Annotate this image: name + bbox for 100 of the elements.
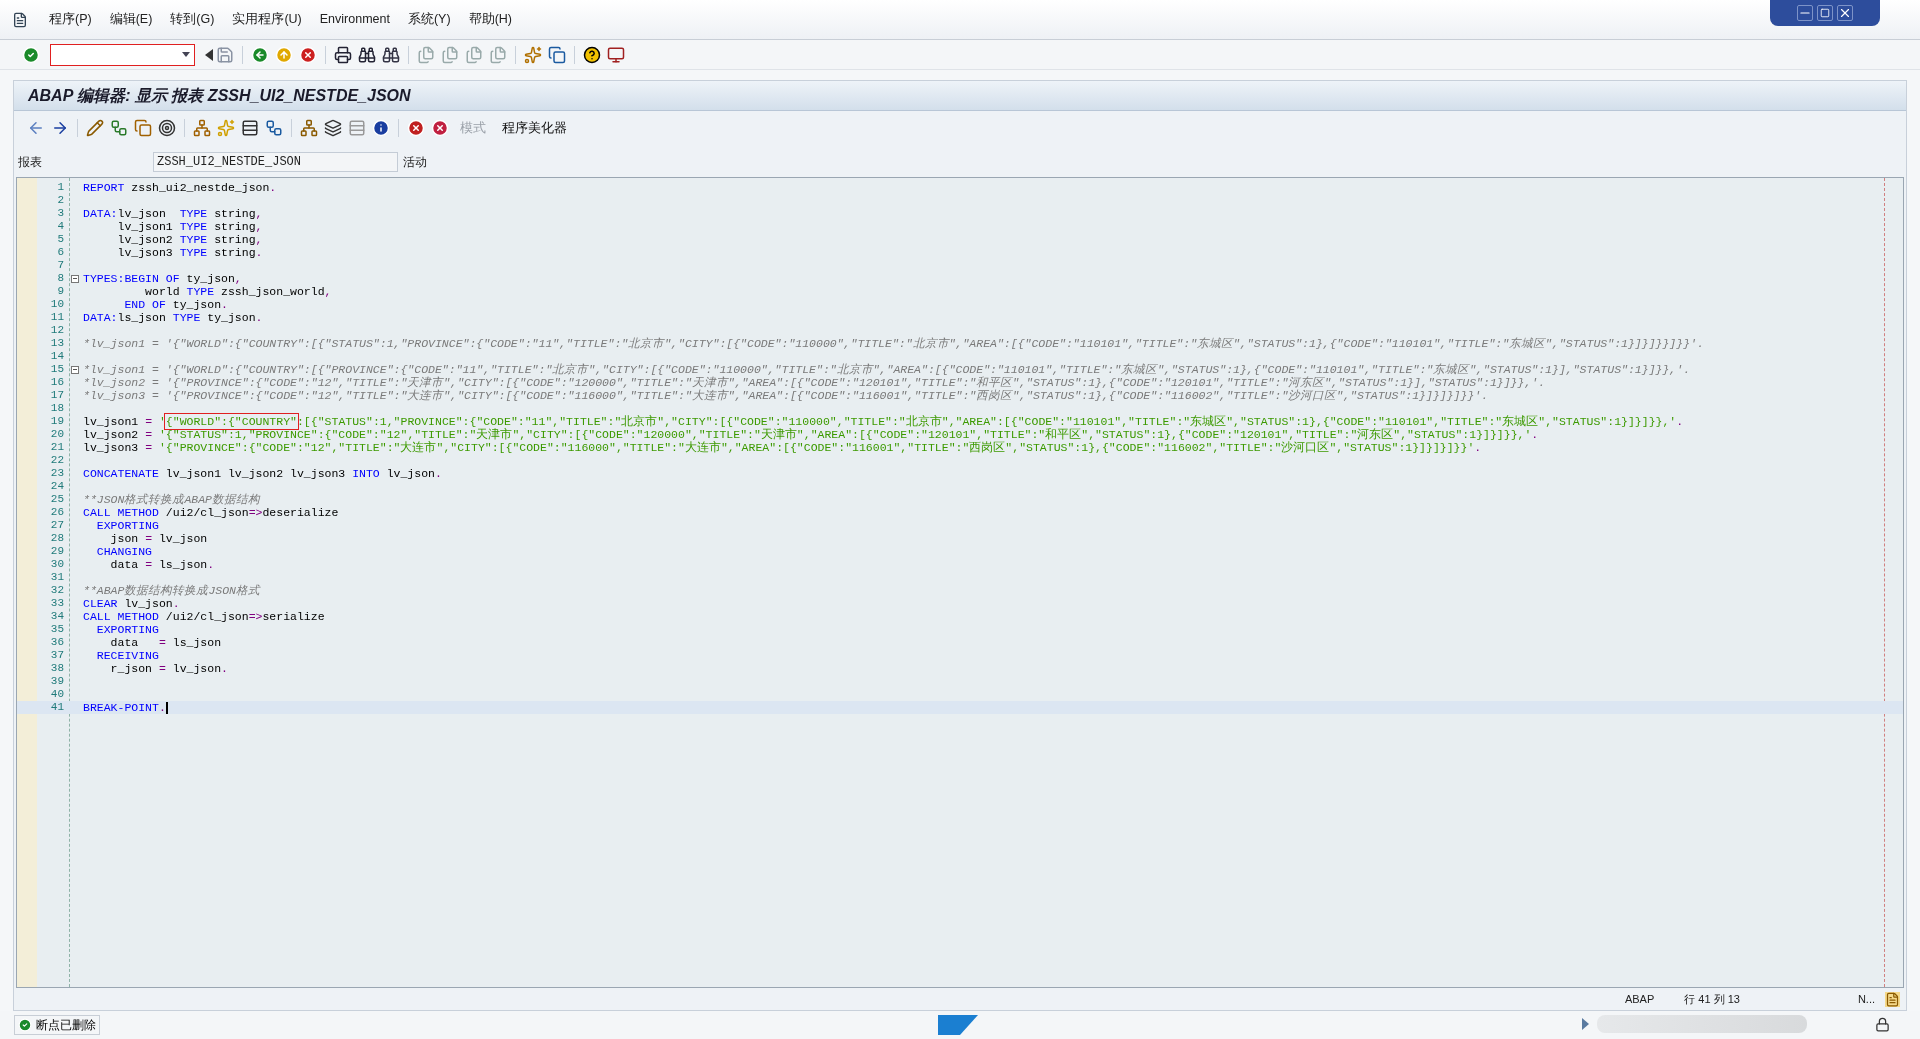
code-line: lv_json3 = '{"PROVINCE":{"CODE":"12","TITLE":"大连市","CITY":[{"CODE":"116000","TITLE":"大连市","AREA":[{"CODE":"116001","TITLE":"西岗区","STATUS":1},{"CODE":"116002","TITLE":"沙河口区","STATUS":1}]}]}]}}'.: [83, 441, 1482, 454]
line-number: 1: [56, 181, 65, 194]
field-label: 报表: [18, 154, 43, 171]
code-line: **ABAP数据结构转换成JSON格式: [83, 584, 260, 597]
menu-item[interactable]: 帮助(H): [459, 10, 521, 29]
back-icon[interactable]: [251, 45, 269, 64]
line-number: 9: [56, 285, 65, 298]
window-title: ABAP 编辑器: 显示 报表 ZSSH_UI2_NESTDE_JSON: [28, 85, 411, 106]
dropdown-icon[interactable]: [182, 52, 190, 57]
restore-icon[interactable]: [1817, 5, 1833, 21]
enter-icon[interactable]: [22, 45, 40, 64]
find-icon[interactable]: [358, 45, 376, 64]
code-line: DATA:ls_json TYPE ty_json.: [83, 311, 263, 324]
line-number: 4: [56, 220, 65, 233]
text-cursor: [165, 701, 168, 714]
line-number: 26: [49, 506, 65, 519]
line-number: 15: [49, 363, 65, 376]
report-field[interactable]: ZSSH_UI2_NESTDE_JSON: [153, 152, 398, 172]
options-icon[interactable]: [1885, 991, 1900, 1007]
line-number: 19: [49, 415, 65, 428]
edit-icon[interactable]: [86, 119, 104, 137]
code-line: lv_json1 TYPE string,: [116, 220, 263, 233]
line-number: 27: [49, 519, 65, 532]
line-number: 39: [49, 675, 65, 688]
hierarchy-icon[interactable]: [300, 119, 318, 137]
code-line: *lv_json3 = '{"PROVINCE":{"CODE":"12","TITLE":"大连市","CITY":[{"CODE":"116000","TITLE":"大连市","AREA":[{"CODE":"116001","TITLE":"西岗区","STATUS":1},{"CODE":"116002","TITLE":"沙河口区","STATUS":1}]}]}]}}'.: [83, 389, 1489, 402]
code-line: END OF ty_json.: [123, 298, 228, 311]
toolbar-button[interactable]: 程序美化器: [494, 118, 575, 138]
code-line: *lv_json1 = '{"WORLD":{"COUNTRY":[{"STATUS":1,"PROVINCE":{"CODE":"11","TITLE":"北京市","CITY":[{"CODE":"110000","TITLE":"北京市","AREA":[{"CODE":"110101","TITLE":"东城区","STATUS":1},{"CODE":"110101","TITLE":"东城区","STATUS":1}]}]}}]}}'.: [83, 337, 1704, 350]
line-number: 22: [49, 454, 65, 467]
code-line: *lv_json2 = '{"PROVINCE":{"CODE":"12","TITLE":"天津市","CITY":[{"CODE":"120000","TITLE":"天津市","AREA":[{"CODE":"120101","TITLE":"和平区","STATUS":1},{"CODE":"120101","TITLE":"河东区","STATUS":1}],"STATUS":1}]}},'.: [83, 376, 1546, 389]
line-number: 14: [49, 350, 65, 363]
close-icon[interactable]: [1837, 5, 1853, 21]
code-line: r_json = lv_json.: [109, 662, 228, 675]
line-number: 13: [49, 337, 65, 350]
status-text: 活动: [403, 154, 427, 171]
code-line: data = ls_json.: [109, 558, 215, 571]
line-number: 5: [56, 233, 65, 246]
line-number: 28: [49, 532, 65, 545]
line-number: 40: [49, 688, 65, 701]
status-message[interactable]: 断点已删除: [14, 1015, 100, 1035]
line-number: 30: [49, 558, 65, 571]
stack-icon[interactable]: [324, 119, 342, 137]
info-icon[interactable]: [372, 119, 390, 137]
line-number: 16: [49, 376, 65, 389]
cursor-position: 行 41 列 13: [1684, 991, 1740, 1007]
line-number: 17: [49, 389, 65, 402]
menu-item[interactable]: Environment: [310, 10, 399, 29]
line-number: 34: [49, 610, 65, 623]
code-line: **JSON格式转换成ABAP数据结构: [83, 493, 260, 506]
menu-item[interactable]: 程序(P): [40, 10, 101, 29]
line-number: 8: [56, 272, 65, 285]
code-line: data = ls_json: [109, 636, 222, 649]
cancel-icon[interactable]: [299, 45, 317, 64]
line-number: 36: [49, 636, 65, 649]
code-line: REPORT zssh_ui2_nestde_json.: [83, 181, 277, 194]
code-line: DATA:lv_json TYPE string,: [83, 207, 263, 220]
code-line: EXPORTING: [95, 519, 159, 532]
command-field[interactable]: [50, 43, 195, 66]
find-next-icon[interactable]: [382, 45, 400, 64]
fold-toggle[interactable]: [71, 274, 79, 283]
code-line: world TYPE zssh_json_world,: [144, 285, 332, 298]
code-line: lv_json2 = '{"STATUS":1,"PROVINCE":{"CODE":"12","TITLE":"天津市","CITY":[{"CODE":"120000","TITLE":"天津市","AREA":[{"CODE":"120101","TITLE":"和平区","STATUS":1},{"CODE":"120101","TITLE":"河东区","STATUS":1}]}]}},'.: [83, 428, 1539, 441]
mode-indicator: N...: [1857, 991, 1875, 1007]
line-number: 38: [49, 662, 65, 675]
code-line: json = lv_json: [109, 532, 208, 545]
line-number: 21: [49, 441, 65, 454]
minimize-icon[interactable]: [1797, 5, 1813, 21]
line-number: 35: [49, 623, 65, 636]
line-number: 31: [49, 571, 65, 584]
code-line: lv_json2 TYPE string,: [116, 233, 263, 246]
code-line: CALL METHOD /ui2/cl_json=>serialize: [83, 610, 325, 623]
line-number: 24: [49, 480, 65, 493]
code-line: RECEIVING: [95, 649, 159, 662]
help-icon[interactable]: [583, 45, 601, 64]
menu-item[interactable]: 编辑(E): [100, 10, 162, 29]
line-number: 33: [49, 597, 65, 610]
line-number: 41: [49, 701, 65, 714]
language-indicator: ABAP: [1624, 991, 1655, 1007]
fold-toggle[interactable]: [71, 365, 79, 374]
line-number: 20: [49, 428, 65, 441]
menu-item[interactable]: 实用程序(U): [223, 10, 311, 29]
line-number: 29: [49, 545, 65, 558]
line-number: 3: [56, 207, 65, 220]
line-number: 11: [49, 311, 65, 324]
print-icon[interactable]: [334, 45, 352, 64]
system-menu-icon[interactable]: [12, 11, 28, 28]
line-number: 23: [49, 467, 65, 480]
code-line: lv_json1 = '{"WORLD":{"COUNTRY":[{"STATUS":1,"PROVINCE":{"CODE":"11","TITLE":"北京市","CITY":[{"CODE":"110000","TITLE":"北京市","AREA":[{"CODE":"110101","TITLE":"东城区","STATUS":1},{"CODE":"110101","TITLE":"东城区","STATUS":1}]}]}},'.: [83, 415, 1684, 428]
object-list-icon[interactable]: [193, 119, 211, 137]
line-number: 10: [49, 298, 65, 311]
line-number: 7: [56, 259, 65, 272]
menu-item[interactable]: 转到(G): [161, 10, 224, 29]
code-line: EXPORTING: [95, 623, 159, 636]
code-line: TYPES:BEGIN OF ty_json,: [83, 272, 242, 285]
code-line: CLEAR lv_json.: [83, 597, 180, 610]
forward-arrow-icon[interactable]: [51, 119, 69, 137]
lock-icon[interactable]: [1875, 1016, 1890, 1032]
line-number: 12: [49, 324, 65, 337]
menu-item[interactable]: 系统(Y): [398, 10, 460, 29]
